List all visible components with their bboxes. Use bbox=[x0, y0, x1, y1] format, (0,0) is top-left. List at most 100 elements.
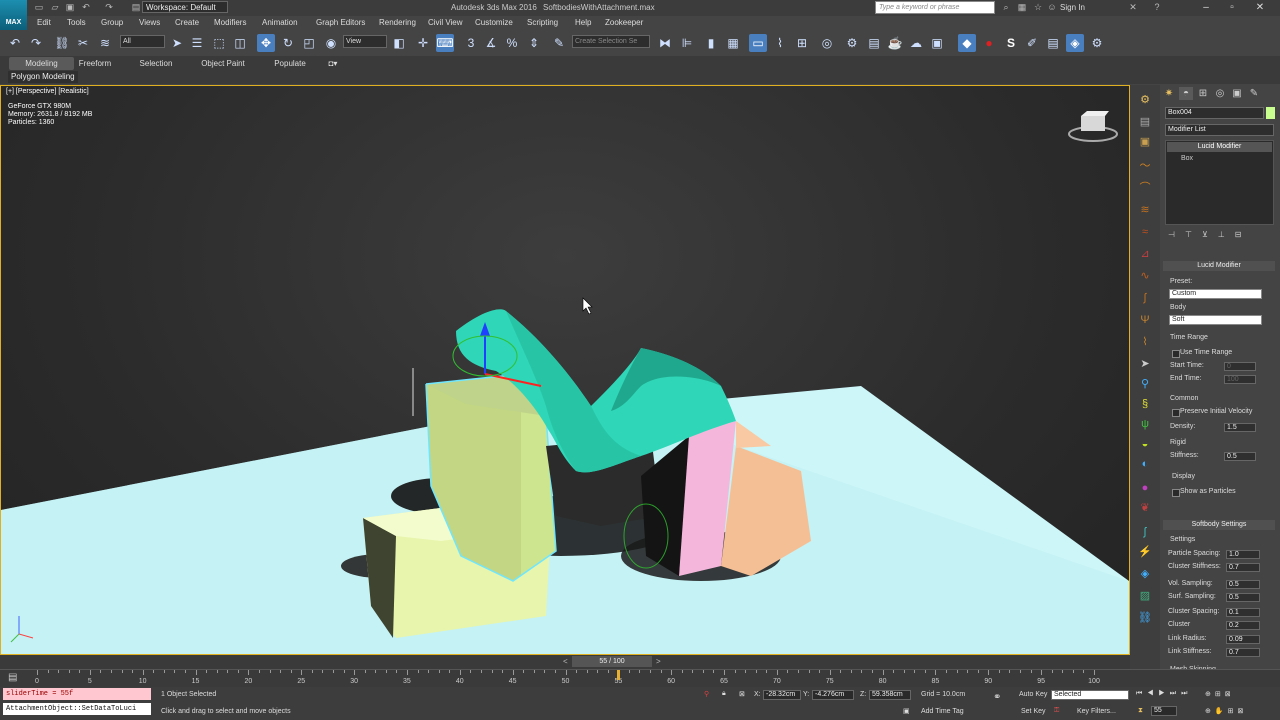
ribbon-subtab-polygon-modeling[interactable]: Polygon Modeling bbox=[8, 71, 78, 83]
menu-modifiers[interactable]: Modifiers bbox=[214, 18, 246, 27]
ribbon-options-icon[interactable]: ◘▾ bbox=[324, 57, 342, 70]
stack-item-box[interactable]: Box bbox=[1181, 155, 1193, 162]
stack-item-lucid-modifier[interactable]: Lucid Modifier bbox=[1167, 142, 1272, 152]
rendered-frame-icon[interactable]: ▤ bbox=[865, 34, 883, 52]
menu-tools[interactable]: Tools bbox=[67, 18, 86, 27]
viewport-canvas-icon[interactable]: ✐ bbox=[1023, 34, 1041, 52]
lucid-link-icon[interactable]: ⌒ bbox=[1138, 181, 1152, 195]
lucid-box-icon[interactable]: ▣ bbox=[1138, 135, 1152, 149]
percent-snap-icon[interactable]: % bbox=[503, 34, 521, 52]
set-key-button[interactable]: Set Key bbox=[1021, 708, 1046, 715]
rollout-lucid-modifier[interactable]: Lucid Modifier bbox=[1163, 261, 1275, 271]
new-file-icon[interactable]: ▭ bbox=[33, 2, 45, 13]
param-spinner[interactable]: 1.0 bbox=[1226, 550, 1260, 559]
tab-modeling[interactable]: Modeling bbox=[9, 57, 74, 70]
help-icon[interactable]: ? bbox=[1151, 2, 1163, 13]
display-tab-icon[interactable]: ▣ bbox=[1230, 87, 1244, 100]
end-time-spinner[interactable]: 100 bbox=[1224, 375, 1256, 384]
menu-group[interactable]: Group bbox=[101, 18, 123, 27]
menu-rendering[interactable]: Rendering bbox=[379, 18, 416, 27]
zookeeper-icon[interactable]: ◆ bbox=[958, 34, 976, 52]
maxscript-listener-output[interactable]: sliderTime = 55f bbox=[3, 688, 151, 700]
rotate-icon[interactable]: ↻ bbox=[279, 34, 297, 52]
undo-icon[interactable]: ↶ bbox=[6, 34, 24, 52]
y-coordinate-field[interactable]: -4.276cm bbox=[812, 690, 854, 700]
lucid-chain-icon[interactable]: ⛓ bbox=[1138, 611, 1152, 625]
maximize-icon[interactable]: ▫ bbox=[1222, 1, 1242, 14]
tab-freeform[interactable]: Freeform bbox=[74, 57, 116, 70]
window-crossing-icon[interactable]: ◫ bbox=[231, 34, 249, 52]
lucid-spring-icon[interactable]: § bbox=[1138, 397, 1152, 411]
exchange-icon[interactable]: ✕ bbox=[1127, 2, 1139, 13]
undo-icon[interactable]: ↶ bbox=[80, 2, 92, 13]
script-s-icon[interactable]: S bbox=[1002, 34, 1020, 52]
curve-editor-icon[interactable]: ⌇ bbox=[771, 34, 789, 52]
record-icon[interactable]: ● bbox=[980, 34, 998, 52]
lock-icon[interactable]: 🔒︎ bbox=[722, 690, 726, 698]
user-icon[interactable]: ☺ bbox=[1046, 2, 1058, 13]
open-file-icon[interactable]: ▱ bbox=[49, 2, 61, 13]
render-activeshade-icon[interactable]: ▣ bbox=[928, 34, 946, 52]
start-time-spinner[interactable]: 0 bbox=[1224, 362, 1256, 371]
utilities-tab-icon[interactable]: ✎ bbox=[1247, 87, 1261, 100]
lucid-grass-icon[interactable]: ψ bbox=[1138, 417, 1152, 431]
tab-populate[interactable]: Populate bbox=[265, 57, 315, 70]
viewport-nav-icons[interactable]: ⊕✋⊞⊠ bbox=[1205, 707, 1247, 715]
modifier-list-dropdown[interactable]: Modifier List bbox=[1165, 124, 1274, 136]
lucid-cube-icon[interactable]: ▨ bbox=[1138, 589, 1152, 603]
time-slider[interactable]: < 55 / 100 > bbox=[0, 655, 1130, 669]
snap-toggle-icon[interactable]: 3 bbox=[462, 34, 480, 52]
lucid-turtle-icon[interactable]: ◒ bbox=[1138, 437, 1152, 451]
scale-icon[interactable]: ◰ bbox=[300, 34, 318, 52]
body-dropdown[interactable]: Soft bbox=[1169, 315, 1262, 325]
next-frame-icon[interactable]: > bbox=[656, 657, 661, 666]
app-logo[interactable]: MAX bbox=[0, 0, 27, 30]
tab-object-paint[interactable]: Object Paint bbox=[196, 57, 250, 70]
tab-selection[interactable]: Selection bbox=[131, 57, 181, 70]
key-filters-button[interactable]: Key Filters... bbox=[1077, 708, 1116, 715]
menu-edit[interactable]: Edit bbox=[37, 18, 51, 27]
workspace-dropdown[interactable]: Workspace: Default bbox=[142, 1, 228, 13]
timeline[interactable]: ▤ 0 5 10 15 20 25 30 35 40 45 50 55 60 65 70 75 80 85 90 95… bbox=[0, 669, 1280, 688]
playback-controls[interactable]: ⏮◀▶⏭⏭ bbox=[1136, 690, 1192, 698]
material-editor-icon[interactable]: ◎ bbox=[818, 34, 836, 52]
angle-snap-icon[interactable]: ∡ bbox=[482, 34, 500, 52]
use-time-range-checkbox[interactable] bbox=[1172, 350, 1180, 358]
show-particles-checkbox[interactable] bbox=[1172, 489, 1180, 497]
rollout-softbody-settings[interactable]: Softbody Settings bbox=[1163, 520, 1275, 530]
viewport[interactable]: [+] [Perspective] [Realistic] GeForce GT… bbox=[0, 85, 1130, 655]
pivot-icon[interactable]: ◧ bbox=[390, 34, 408, 52]
stiffness-spinner[interactable]: 0.5 bbox=[1224, 452, 1256, 461]
lucid-bolt-icon[interactable]: ⚡ bbox=[1138, 545, 1152, 559]
create-tab-icon[interactable]: ✷ bbox=[1162, 87, 1176, 100]
named-selection-dropdown[interactable]: Create Selection Se bbox=[572, 35, 650, 48]
select-by-name-icon[interactable]: ☰ bbox=[188, 34, 206, 52]
modify-tab-icon[interactable]: ◓ bbox=[1179, 87, 1193, 100]
param-spinner[interactable]: 0.5 bbox=[1226, 593, 1260, 602]
unlink-icon[interactable]: ✂ bbox=[74, 34, 92, 52]
param-spinner[interactable]: 0.7 bbox=[1226, 648, 1260, 657]
lucid-drop-icon[interactable]: ◐ bbox=[1138, 457, 1152, 471]
layer-explorer-icon[interactable]: ▮ bbox=[702, 34, 720, 52]
edit-named-sel-icon[interactable]: ✎ bbox=[550, 34, 568, 52]
add-time-tag[interactable]: Add Time Tag bbox=[921, 708, 964, 715]
param-spinner[interactable]: 0.5 bbox=[1226, 580, 1260, 589]
align-icon[interactable]: ⊫ bbox=[678, 34, 696, 52]
object-color-swatch[interactable] bbox=[1266, 107, 1275, 119]
lucid-joint-icon[interactable]: ⌇ bbox=[1138, 335, 1152, 349]
x-coordinate-field[interactable]: -28.32cm bbox=[763, 690, 801, 700]
selection-filter-dropdown[interactable]: All bbox=[120, 35, 165, 48]
minimize-icon[interactable]: – bbox=[1196, 1, 1216, 14]
viewport-label[interactable]: [+] [Perspective] [Realistic] bbox=[6, 88, 89, 95]
scene-explorer-icon[interactable]: ▦ bbox=[724, 34, 742, 52]
select-manipulate-icon[interactable]: ✛ bbox=[414, 34, 432, 52]
lucid-force-icon[interactable]: ≈ bbox=[1138, 225, 1152, 239]
isolate-icon[interactable]: ⚲ bbox=[704, 690, 709, 698]
ref-coord-dropdown[interactable]: View bbox=[343, 35, 387, 48]
menu-animation[interactable]: Animation bbox=[262, 18, 298, 27]
bind-space-warp-icon[interactable]: ≋ bbox=[96, 34, 114, 52]
lucid-tool-icon[interactable]: ⚙ bbox=[1138, 93, 1152, 107]
subscription-icon[interactable]: ▦ bbox=[1016, 2, 1028, 13]
density-spinner[interactable]: 1.5 bbox=[1224, 423, 1256, 432]
prev-frame-icon[interactable]: < bbox=[563, 657, 568, 666]
